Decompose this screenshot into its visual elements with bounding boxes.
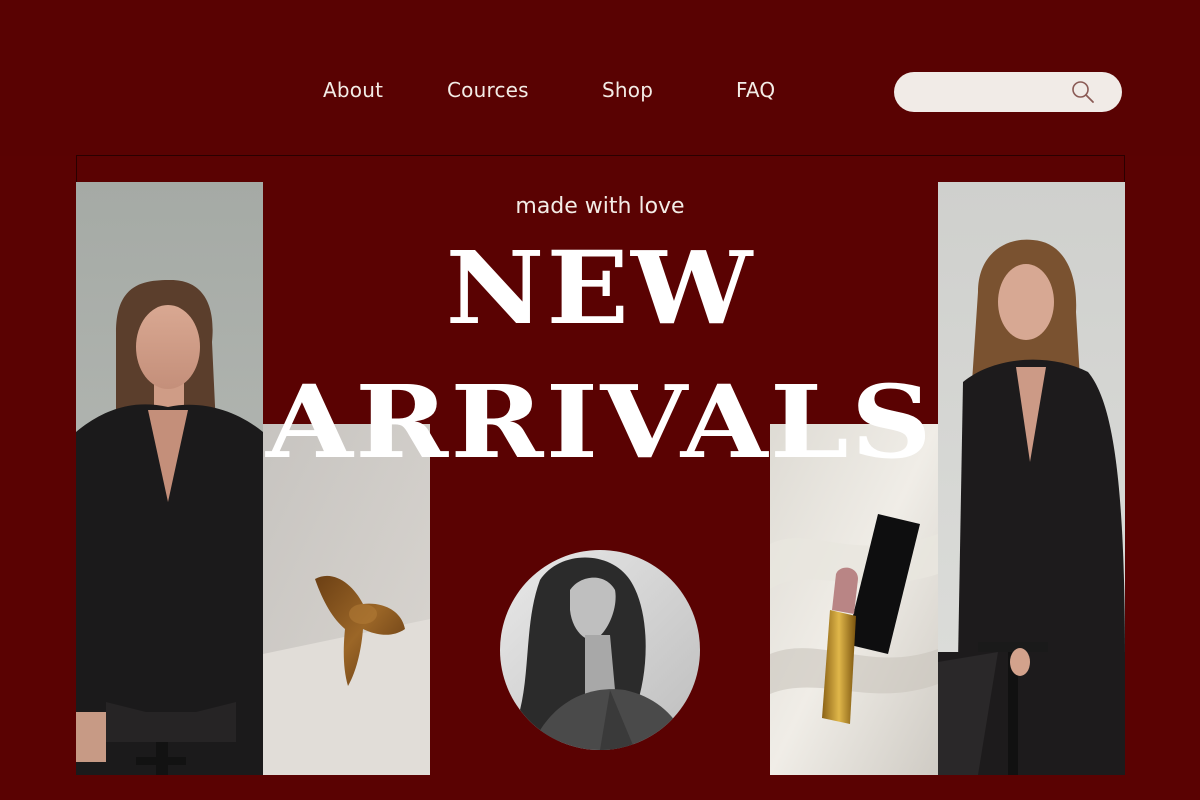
nav-faq[interactable]: FAQ — [736, 77, 775, 103]
photo-circle-portrait — [500, 550, 700, 750]
hero-headline-new: NEW — [445, 229, 755, 347]
frame-divider-left — [76, 155, 77, 183]
search-input[interactable] — [894, 72, 1090, 112]
nav-about[interactable]: About — [323, 77, 383, 103]
search-icon[interactable] — [1070, 79, 1096, 105]
frame-divider-right — [1124, 155, 1125, 183]
frame-divider — [76, 155, 1125, 156]
hero-tagline: made with love — [515, 194, 685, 219]
nav-cources[interactable]: Cources — [447, 77, 529, 103]
nav-shop[interactable]: Shop — [602, 77, 653, 103]
hero-headline-arrivals: ARRIVALS — [265, 363, 935, 481]
site-header: About Cources Shop FAQ — [0, 0, 1200, 156]
